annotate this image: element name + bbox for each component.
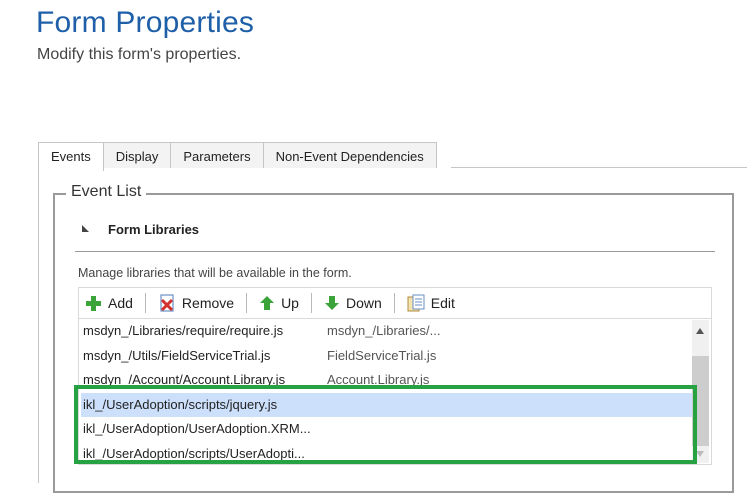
remove-icon bbox=[160, 294, 174, 312]
toolbar-separator bbox=[393, 293, 395, 313]
event-list-legend: Event List bbox=[66, 183, 147, 201]
edit-label: Edit bbox=[430, 295, 455, 311]
edit-button[interactable]: Edit bbox=[401, 291, 461, 315]
arrow-down-icon bbox=[324, 296, 339, 310]
form-libraries-header[interactable]: Form Libraries bbox=[84, 222, 199, 237]
highlight-annotation-box bbox=[74, 385, 697, 464]
remove-label: Remove bbox=[181, 295, 235, 311]
tab-bar: Events Display Parameters Non-Event Depe… bbox=[38, 142, 437, 171]
library-row[interactable]: msdyn_/Utils/FieldServiceTrial.js FieldS… bbox=[79, 344, 711, 369]
library-name: msdyn_/Libraries/require/require.js bbox=[83, 323, 284, 338]
libraries-description: Manage libraries that will be available … bbox=[78, 266, 352, 280]
tab-parameters[interactable]: Parameters bbox=[170, 142, 264, 168]
toolbar-separator bbox=[310, 293, 312, 313]
add-button[interactable]: Add bbox=[79, 291, 139, 315]
edit-properties-icon bbox=[407, 294, 425, 312]
page-title: Form Properties bbox=[36, 6, 255, 39]
library-row[interactable]: msdyn_/Libraries/require/require.js msdy… bbox=[79, 319, 711, 344]
toolbar-separator bbox=[144, 293, 146, 313]
down-button[interactable]: Down bbox=[318, 291, 388, 315]
arrow-up-icon bbox=[260, 296, 275, 310]
libraries-toolbar: Add Remove Up Down Edit bbox=[78, 287, 712, 318]
section-divider bbox=[75, 251, 715, 252]
up-label: Up bbox=[281, 295, 299, 311]
library-display-name: FieldServiceTrial.js bbox=[327, 347, 437, 363]
toolbar-separator bbox=[246, 293, 248, 313]
add-icon bbox=[86, 295, 101, 311]
library-name: msdyn_/Utils/FieldServiceTrial.js bbox=[83, 347, 271, 363]
tab-display[interactable]: Display bbox=[102, 142, 172, 168]
scroll-up-arrow-icon[interactable] bbox=[696, 328, 704, 334]
remove-button[interactable]: Remove bbox=[152, 291, 240, 315]
up-button[interactable]: Up bbox=[253, 291, 305, 315]
scroll-down-arrow-icon[interactable] bbox=[696, 451, 704, 457]
down-label: Down bbox=[345, 295, 382, 311]
form-libraries-title: Form Libraries bbox=[108, 222, 200, 237]
library-display-name: msdyn_/Libraries/... bbox=[327, 323, 441, 338]
tab-non-event-dependencies[interactable]: Non-Event Dependencies bbox=[262, 142, 437, 168]
add-label: Add bbox=[108, 295, 133, 311]
page-subtitle: Modify this form's properties. bbox=[37, 46, 242, 63]
